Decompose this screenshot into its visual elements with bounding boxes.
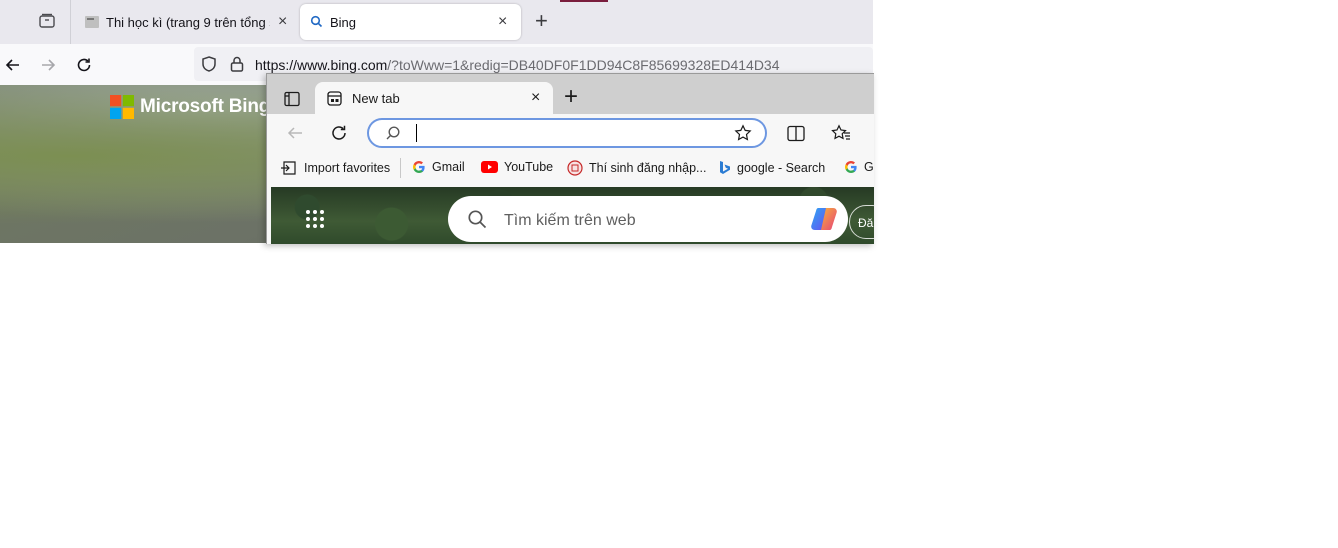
foreground-browser-window: New tab × + Import favorites Gmail YouTu…: [266, 73, 874, 244]
favorite-label: YouTube: [504, 160, 554, 174]
lock-icon[interactable]: [229, 55, 245, 73]
favorites-icon[interactable]: [831, 124, 851, 142]
search-placeholder: Tìm kiếm trên web: [504, 212, 636, 229]
microsoft-logo-icon: [110, 95, 134, 119]
shield-icon[interactable]: [200, 55, 218, 73]
tab-group-icon: [39, 13, 55, 28]
favorite-label: Import favorites: [304, 161, 391, 175]
emblem-icon: [567, 160, 583, 176]
tab-title: Bing: [330, 15, 357, 30]
close-tab-icon[interactable]: ×: [531, 90, 540, 106]
favorite-import[interactable]: Import favorites: [281, 160, 390, 176]
split-screen-icon[interactable]: [787, 125, 805, 142]
logo-text: Microsoft Bing: [140, 96, 271, 117]
reload-icon[interactable]: [75, 56, 93, 74]
tab-accent-line: [560, 0, 608, 2]
close-tab-icon[interactable]: ×: [278, 14, 287, 30]
close-tab-icon[interactable]: ×: [498, 14, 507, 30]
favorite-label: Thí sinh đăng nhập...: [589, 161, 707, 175]
new-tab-page-icon: [327, 91, 342, 106]
google-icon: [845, 161, 857, 173]
text-caret: [416, 124, 417, 142]
url-text[interactable]: https://www.bing.com/?toWww=1&redig=DB40…: [255, 57, 780, 73]
tab-actions-icon[interactable]: [284, 91, 300, 107]
back-arrow-icon[interactable]: [4, 56, 22, 74]
copilot-icon[interactable]: [809, 205, 839, 233]
favorite-google-search[interactable]: google - Search: [719, 160, 825, 176]
tab-title: Thi học kì (trang 9 trên tổng số: [106, 14, 270, 30]
tab-exam[interactable]: Thi học kì (trang 9 trên tổng số ×: [84, 0, 290, 44]
tab-title: New tab: [352, 91, 400, 106]
favorite-label: google - Search: [737, 161, 826, 175]
favorite-gmail[interactable]: Gmail: [412, 160, 465, 174]
page-favicon-icon: [85, 16, 99, 28]
favorite-youtube[interactable]: YouTube: [481, 160, 553, 174]
tab-bing[interactable]: Bing ×: [300, 4, 521, 40]
search-icon: [468, 210, 487, 229]
favorite-thi-sinh[interactable]: Thí sinh đăng nhập...: [567, 160, 706, 176]
favorite-label: Gmail: [432, 160, 465, 174]
tab-list-button[interactable]: [38, 12, 56, 35]
back-arrow-icon[interactable]: [286, 124, 304, 142]
youtube-icon: [481, 161, 498, 173]
google-icon: [413, 161, 425, 173]
favorite-star-icon[interactable]: [734, 124, 752, 142]
favorite-label: G: [864, 160, 874, 174]
tab-separator: [70, 0, 71, 44]
search-icon: [310, 15, 323, 28]
microsoft-bing-logo[interactable]: Microsoft Bing: [110, 95, 270, 119]
favorites-separator: [400, 158, 401, 178]
search-icon: [386, 126, 400, 140]
bing-icon: [720, 161, 730, 174]
reload-icon[interactable]: [330, 124, 348, 142]
tab-new-tab[interactable]: [315, 82, 553, 114]
new-tab-button[interactable]: +: [535, 10, 548, 32]
favorite-google[interactable]: G: [844, 160, 874, 174]
forward-arrow-icon[interactable]: [39, 56, 57, 74]
app-launcher-icon[interactable]: [305, 209, 325, 229]
new-tab-button[interactable]: +: [564, 85, 578, 109]
import-icon: [281, 161, 296, 175]
address-bar[interactable]: [367, 118, 767, 148]
url-host: https://www.bing.com: [255, 57, 388, 73]
url-path: /?toWww=1&redig=DB40DF0F1DD94C8F85699328…: [387, 57, 780, 73]
